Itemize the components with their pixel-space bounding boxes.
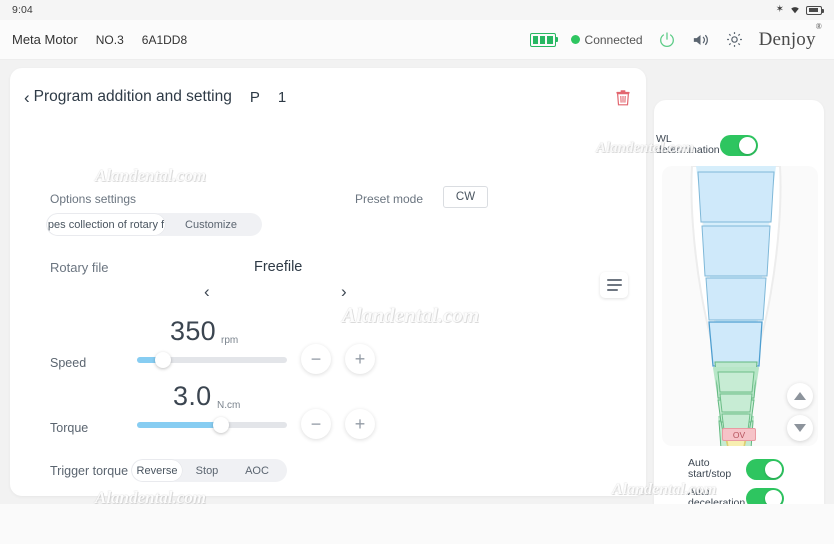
wl-determination-row: WL determination bbox=[656, 134, 826, 156]
device-number: NO.3 bbox=[95, 33, 124, 47]
segment-customize[interactable]: Customize bbox=[165, 214, 257, 235]
page-header: ‹ Program addition and setting P 1 bbox=[24, 88, 286, 106]
torque-increase-button[interactable]: + bbox=[345, 409, 375, 439]
system-status-bar: 9:04 ✶ bbox=[0, 0, 834, 20]
brand-name: Denjoy bbox=[758, 28, 816, 50]
speed-increase-button[interactable]: + bbox=[345, 344, 375, 374]
device-name: Meta Motor bbox=[12, 32, 78, 47]
torque-unit: N.cm bbox=[217, 400, 241, 411]
system-clock: 9:04 bbox=[12, 4, 33, 16]
segment-stop[interactable]: Stop bbox=[182, 460, 232, 481]
device-id: 6A1DD8 bbox=[141, 33, 188, 47]
auto-start-stop-toggle[interactable] bbox=[746, 458, 784, 480]
torque-slider[interactable] bbox=[137, 417, 287, 433]
speed-decrease-button[interactable]: − bbox=[301, 344, 331, 374]
battery-icon bbox=[806, 5, 824, 15]
system-navigation-bar bbox=[0, 504, 834, 544]
bluetooth-icon: ✶ bbox=[775, 4, 784, 15]
toggle-knob bbox=[739, 136, 756, 154]
apex-indicator: OV bbox=[722, 428, 756, 441]
triangle-down-shape bbox=[794, 424, 806, 432]
program-letter: P bbox=[249, 88, 260, 106]
auto-start-stop-row: Auto start/stop bbox=[688, 458, 784, 480]
page-title: Program addition and setting bbox=[33, 88, 232, 105]
wifi-icon bbox=[789, 4, 801, 17]
triangle-up-shape bbox=[794, 392, 806, 400]
list-icon[interactable] bbox=[600, 272, 628, 298]
gear-icon[interactable] bbox=[725, 30, 744, 49]
brand-logo: Denjoy® bbox=[758, 22, 822, 51]
back-chevron-icon[interactable]: ‹ bbox=[24, 89, 30, 106]
trigger-torque-segmented-control[interactable]: Reverse Stop AOC bbox=[131, 459, 287, 482]
torque-slider-thumb[interactable] bbox=[213, 417, 229, 433]
chevron-left-icon[interactable]: ‹ bbox=[204, 282, 210, 302]
apex-label: OV bbox=[732, 429, 746, 440]
device-info-group: Meta Motor NO.3 6A1DD8 bbox=[0, 32, 187, 47]
triangle-up-icon[interactable] bbox=[787, 383, 813, 409]
torque-value: 3.0 bbox=[173, 381, 212, 411]
options-segmented-control[interactable]: pes collection of rotary f Customize bbox=[46, 213, 262, 236]
rotary-file-value: Freefile bbox=[254, 259, 303, 275]
torque-decrease-button[interactable]: − bbox=[301, 409, 331, 439]
wl-determination-toggle[interactable] bbox=[720, 134, 758, 156]
connection-status-label: Connected bbox=[584, 32, 643, 47]
connection-status: Connected bbox=[570, 32, 643, 47]
speed-value: 350 bbox=[170, 316, 216, 346]
system-status-icons: ✶ bbox=[775, 4, 824, 17]
speed-label: Speed bbox=[50, 356, 87, 370]
torque-slider-fill bbox=[137, 422, 221, 428]
speed-unit: rpm bbox=[221, 335, 239, 346]
segment-reverse[interactable]: Reverse bbox=[132, 460, 182, 481]
preset-mode-value[interactable]: CW bbox=[443, 186, 488, 208]
speaker-icon[interactable] bbox=[691, 31, 710, 49]
speed-slider[interactable] bbox=[137, 352, 287, 368]
segment-aoc[interactable]: AOC bbox=[232, 460, 282, 481]
toggle-knob bbox=[765, 460, 782, 478]
segment-rotary-file-collection[interactable]: pes collection of rotary f bbox=[47, 214, 165, 235]
rotary-file-label: Rotary file bbox=[50, 260, 109, 275]
trash-icon[interactable] bbox=[616, 90, 630, 111]
speed-slider-thumb[interactable] bbox=[154, 352, 171, 368]
brand-registered-mark: ® bbox=[815, 22, 822, 32]
triangle-down-icon[interactable] bbox=[787, 415, 813, 441]
options-settings-label: Options settings bbox=[50, 192, 137, 206]
device-battery-icon bbox=[529, 32, 559, 47]
torque-label: Torque bbox=[50, 421, 89, 435]
wl-determination-label: WL determination bbox=[656, 133, 720, 156]
app-screen: 9:04 ✶ Meta Motor NO.3 6A1DD8 Connected bbox=[0, 0, 834, 544]
app-bar-actions: Connected Denjoy® bbox=[529, 22, 834, 51]
power-icon[interactable] bbox=[658, 31, 676, 49]
auto-start-stop-label: Auto start/stop bbox=[688, 457, 732, 480]
app-top-bar: Meta Motor NO.3 6A1DD8 Connected Denjoy® bbox=[0, 20, 834, 60]
chevron-right-icon[interactable]: › bbox=[341, 282, 347, 302]
connection-dot-icon bbox=[570, 35, 580, 44]
trigger-torque-label: Trigger torque bbox=[50, 464, 129, 478]
program-number: 1 bbox=[277, 88, 287, 106]
program-settings-card: ‹ Program addition and setting P 1 Optio… bbox=[10, 68, 646, 496]
preset-mode-label: Preset mode bbox=[355, 192, 424, 206]
content-area: ‹ Program addition and setting P 1 Optio… bbox=[0, 60, 834, 544]
